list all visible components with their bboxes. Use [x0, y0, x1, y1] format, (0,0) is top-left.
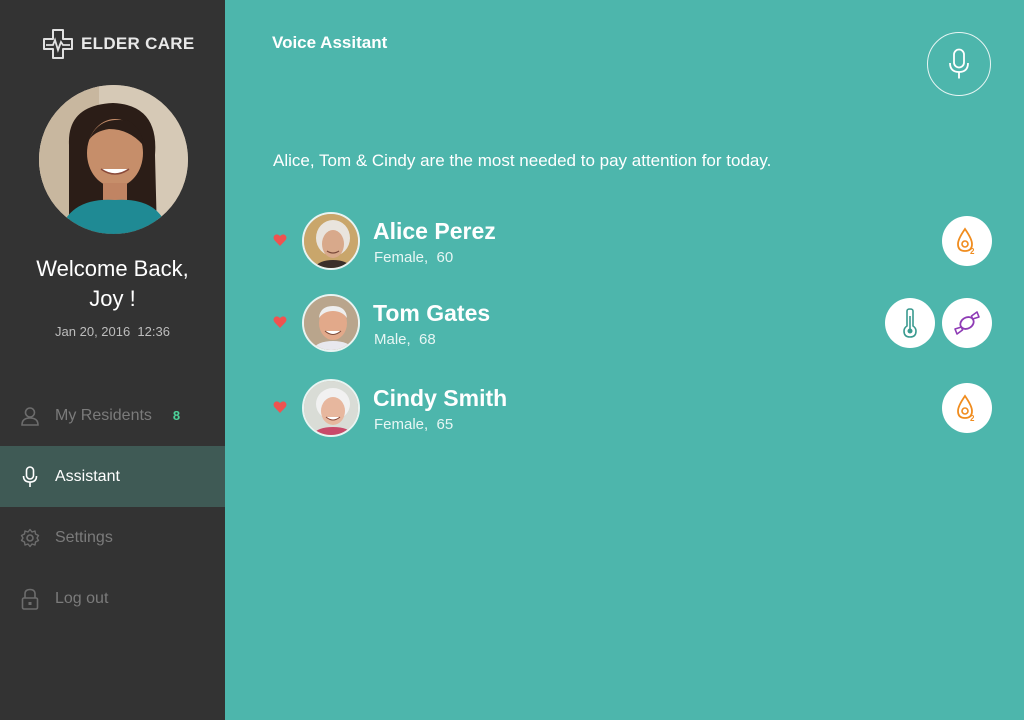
resident-avatar [302, 294, 360, 352]
nav-item-label: Log out [55, 589, 109, 607]
page-title: Voice Assitant [272, 33, 388, 52]
resident-name: Alice Perez [373, 218, 496, 244]
resident-meta: Male, 68 [374, 331, 436, 348]
current-datetime: Jan 20, 2016 12:36 [55, 324, 170, 339]
resident-age: 60 [436, 249, 454, 266]
svg-text:2: 2 [970, 414, 975, 422]
resident-gender: Male, [374, 331, 411, 348]
nav-item-label: Assistant [55, 467, 120, 485]
brand-name: ELDER CARE [81, 34, 195, 53]
resident-row[interactable]: Tom Gates Male, 68 [225, 294, 1024, 352]
svg-text:2: 2 [970, 247, 975, 255]
oxygen-alert-button[interactable]: 2 [942, 216, 992, 266]
microphone-icon [949, 48, 969, 79]
resident-meta: Female, 60 [374, 249, 453, 266]
main-content: Voice Assitant Alice, Tom & Cindy are th… [225, 0, 1024, 720]
sidebar-nav: My Residents 8 Assistant Settings Log ou… [0, 385, 225, 629]
resident-avatar [302, 212, 360, 270]
user-avatar [39, 85, 188, 234]
heart-icon [273, 316, 287, 328]
resident-meta: Female, 65 [374, 416, 453, 433]
resident-row[interactable]: Alice Perez Female, 60 2 [225, 212, 1024, 270]
user-name: Joy ! [89, 286, 136, 311]
resident-name: Cindy Smith [373, 385, 508, 411]
resident-age: 68 [419, 331, 436, 348]
oxygen-icon: 2 [957, 227, 975, 255]
resident-gender: Female, [374, 416, 429, 433]
microphone-icon [20, 465, 40, 488]
nav-item-my-residents[interactable]: My Residents 8 [0, 385, 225, 446]
sidebar: ELDER CARE Welcome Back, Joy ! Jan 20, 2… [0, 0, 225, 720]
residents-count-badge: 8 [172, 408, 181, 423]
attention-summary: Alice, Tom & Cindy are the most needed t… [273, 151, 772, 170]
nav-item-assistant[interactable]: Assistant [0, 446, 225, 507]
nav-item-label: Settings [55, 528, 113, 546]
oxygen-icon: 2 [957, 394, 975, 422]
heart-icon [273, 401, 287, 413]
person-icon [20, 405, 40, 427]
nav-item-label: My Residents [55, 406, 152, 424]
resident-age: 65 [436, 416, 454, 433]
welcome-message: Welcome Back, Joy ! [0, 254, 225, 314]
candy-icon [954, 311, 980, 335]
thermometer-icon [903, 308, 917, 338]
nav-item-log-out[interactable]: Log out [0, 568, 225, 629]
lock-icon [20, 588, 40, 610]
gear-icon [20, 527, 40, 549]
oxygen-alert-button[interactable]: 2 [942, 383, 992, 433]
temperature-alert-button[interactable] [885, 298, 935, 348]
resident-row[interactable]: Cindy Smith Female, 65 2 [225, 379, 1024, 437]
medical-cross-icon [43, 29, 73, 59]
heart-icon [273, 234, 287, 246]
resident-name: Tom Gates [373, 300, 491, 326]
welcome-line: Welcome Back, [36, 256, 189, 281]
nav-item-settings[interactable]: Settings [0, 507, 225, 568]
resident-avatar [302, 379, 360, 437]
resident-gender: Female, [374, 249, 429, 266]
sugar-alert-button[interactable] [942, 298, 992, 348]
app-logo: ELDER CARE [41, 27, 195, 61]
voice-mic-button[interactable] [927, 32, 991, 96]
